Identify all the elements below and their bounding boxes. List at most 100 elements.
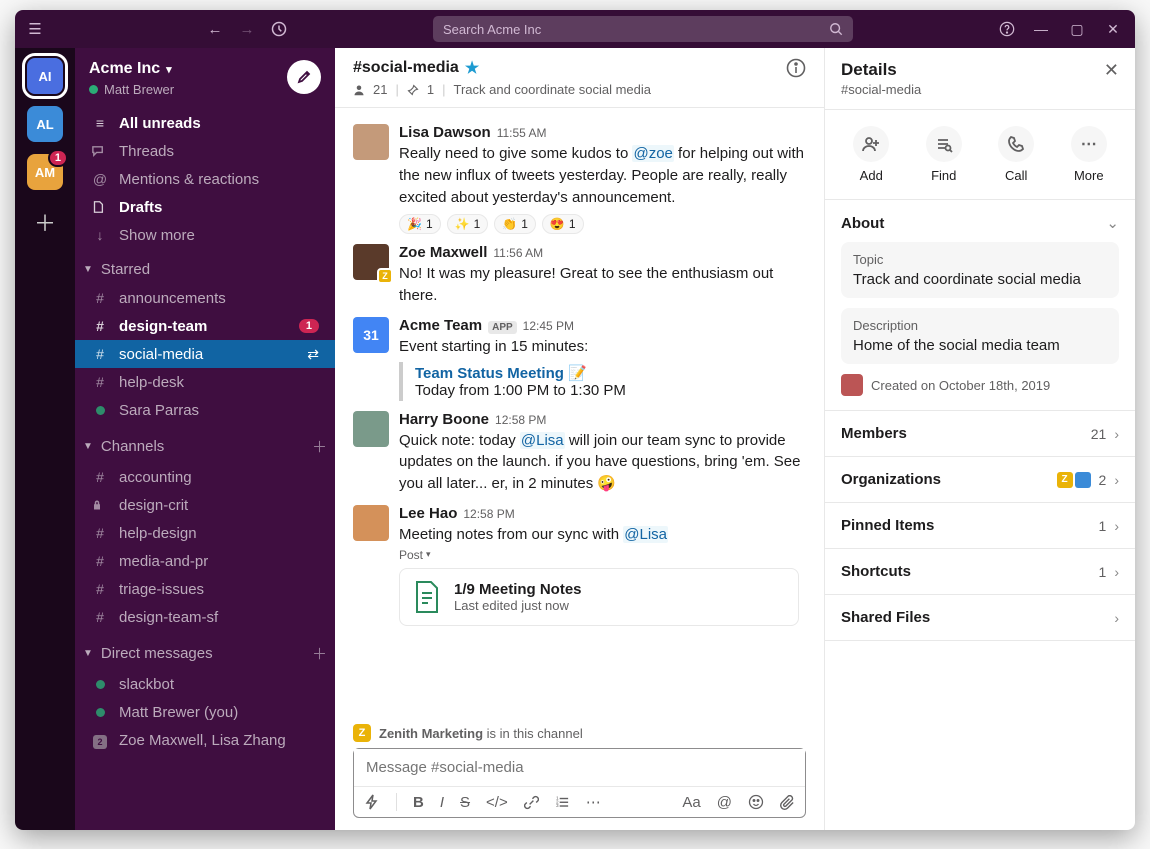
sidebar-item-mentions[interactable]: @Mentions & reactions <box>83 165 327 193</box>
close-icon[interactable]: ✕ <box>1103 21 1123 38</box>
details-organizations[interactable]: Organizations Z 2› <box>825 457 1135 503</box>
nav-back-icon[interactable]: ← <box>207 21 223 37</box>
user-status[interactable]: Matt Brewer <box>89 82 174 97</box>
bold-icon[interactable]: B <box>413 794 424 811</box>
workspace-switch[interactable]: AM 1 <box>27 154 63 190</box>
channel-item[interactable]: design-crit <box>83 491 327 519</box>
details-shared-files[interactable]: Shared Files › <box>825 595 1135 641</box>
section-dms[interactable]: ▼Direct messages＋ <box>75 633 335 668</box>
section-starred[interactable]: ▼Starred <box>75 251 335 282</box>
mention[interactable]: @zoe <box>632 145 673 162</box>
author[interactable]: Lee Hao <box>399 505 457 522</box>
author[interactable]: Acme Team <box>399 317 482 334</box>
avatar[interactable] <box>353 411 389 447</box>
attach-icon[interactable] <box>780 795 795 810</box>
pin-count[interactable]: 1 <box>427 82 434 97</box>
channel-item-help-desk[interactable]: #help-desk <box>83 368 327 396</box>
sidebar-item-drafts[interactable]: Drafts <box>83 193 327 221</box>
message[interactable]: Harry Boone12:58 PM Quick note: today @L… <box>335 407 824 501</box>
channel-item-design-team[interactable]: #design-team1 <box>83 312 327 340</box>
event-attachment[interactable]: Team Status Meeting 📝 Today from 1:00 PM… <box>399 362 806 401</box>
channel-item-announcements[interactable]: #announcements <box>83 284 327 312</box>
author[interactable]: Lisa Dawson <box>399 124 491 141</box>
avatar[interactable]: 31 <box>353 317 389 353</box>
mention[interactable]: @Lisa <box>520 432 565 449</box>
dm-item-sara[interactable]: Sara Parras <box>83 396 327 424</box>
details-button[interactable] <box>786 58 806 78</box>
sidebar-show-more[interactable]: ↓Show more <box>83 221 327 249</box>
channel-item-social-media[interactable]: #social-media⇄ <box>75 340 335 368</box>
compose-button[interactable] <box>287 60 321 94</box>
details-call-button[interactable]: Call <box>998 126 1034 183</box>
channel-item[interactable]: #triage-issues <box>83 575 327 603</box>
history-icon[interactable] <box>271 21 287 37</box>
details-add-button[interactable]: Add <box>853 126 889 183</box>
details-more-button[interactable]: ⋯ More <box>1071 126 1107 183</box>
dm-item[interactable]: 2Zoe Maxwell, Lisa Zhang <box>83 726 327 754</box>
member-count[interactable]: 21 <box>373 82 387 97</box>
about-heading[interactable]: About <box>841 215 884 232</box>
details-pinned[interactable]: Pinned Items 1› <box>825 503 1135 549</box>
reaction[interactable]: 👏1 <box>494 214 536 234</box>
workspace-switch[interactable]: AI <box>27 58 63 94</box>
channel-title[interactable]: #social-media ★ <box>353 58 651 78</box>
message[interactable]: 31 Acme TeamAPP12:45 PM Event starting i… <box>335 313 824 407</box>
dm-item[interactable]: slackbot <box>83 670 327 698</box>
sidebar-item-threads[interactable]: Threads <box>83 137 327 165</box>
channel-item[interactable]: #accounting <box>83 463 327 491</box>
composer-input[interactable] <box>354 749 805 786</box>
channel-item[interactable]: #design-team-sf <box>83 603 327 631</box>
code-icon[interactable]: </> <box>486 794 508 811</box>
text-format-icon[interactable]: Aa <box>682 794 700 811</box>
reaction[interactable]: ✨1 <box>447 214 489 234</box>
hamburger-icon[interactable]: ☰ <box>27 21 43 37</box>
creator-avatar[interactable] <box>841 374 863 396</box>
mention-icon[interactable]: @ <box>717 794 732 811</box>
help-icon[interactable] <box>999 21 1015 37</box>
section-channels[interactable]: ▼Channels＋ <box>75 426 335 461</box>
message-composer[interactable]: B I S </> 123 ⋯ Aa @ <box>353 748 806 818</box>
mention[interactable]: @Lisa <box>623 526 668 543</box>
details-shortcuts[interactable]: Shortcuts 1› <box>825 549 1135 595</box>
dm-item[interactable]: Matt Brewer (you) <box>83 698 327 726</box>
chevron-down-icon[interactable]: ⌄ <box>1106 214 1119 232</box>
add-channel-button[interactable]: ＋ <box>312 436 327 457</box>
more-formatting-icon[interactable]: ⋯ <box>586 793 601 811</box>
topic-card[interactable]: Topic Track and coordinate social media <box>841 242 1119 298</box>
add-workspace-button[interactable]: ＋ <box>34 206 56 238</box>
lightning-icon[interactable] <box>364 794 380 810</box>
sidebar-item-all-unreads[interactable]: ≡All unreads <box>83 109 327 137</box>
post-type[interactable]: Post▾ <box>399 548 806 562</box>
star-icon[interactable]: ★ <box>465 58 479 78</box>
author[interactable]: Zoe Maxwell <box>399 244 487 261</box>
maximize-icon[interactable]: ▢ <box>1067 21 1087 38</box>
description-card[interactable]: Description Home of the social media tea… <box>841 308 1119 364</box>
reaction[interactable]: 😍1 <box>542 214 584 234</box>
strike-icon[interactable]: S <box>460 794 470 811</box>
emoji-icon[interactable] <box>748 794 764 810</box>
channel-item[interactable]: #help-design <box>83 519 327 547</box>
list-icon[interactable]: 123 <box>555 795 570 810</box>
nav-forward-icon[interactable]: → <box>239 21 255 37</box>
workspace-menu[interactable]: Acme Inc ▾ <box>89 60 174 78</box>
post-attachment[interactable]: 1/9 Meeting Notes Last edited just now <box>399 568 799 626</box>
channel-item[interactable]: #media-and-pr <box>83 547 327 575</box>
reaction[interactable]: 🎉1 <box>399 214 441 234</box>
details-find-button[interactable]: Find <box>926 126 962 183</box>
message[interactable]: Lisa Dawson11:55 AM Really need to give … <box>335 120 824 240</box>
search-input[interactable]: Search Acme Inc <box>433 16 853 42</box>
avatar[interactable] <box>353 124 389 160</box>
message[interactable]: Z Zoe Maxwell11:56 AM No! It was my plea… <box>335 240 824 313</box>
italic-icon[interactable]: I <box>440 794 444 811</box>
avatar[interactable]: Z <box>353 244 389 280</box>
link-icon[interactable] <box>524 795 539 810</box>
workspace-switch[interactable]: AL <box>27 106 63 142</box>
channel-topic[interactable]: Track and coordinate social media <box>453 82 651 97</box>
avatar[interactable] <box>353 505 389 541</box>
add-dm-button[interactable]: ＋ <box>312 643 327 664</box>
minimize-icon[interactable]: — <box>1031 21 1051 37</box>
details-members[interactable]: Members 21› <box>825 411 1135 457</box>
message[interactable]: Lee Hao12:58 PM Meeting notes from our s… <box>335 501 824 632</box>
author[interactable]: Harry Boone <box>399 411 489 428</box>
close-details-button[interactable]: ✕ <box>1104 60 1119 97</box>
